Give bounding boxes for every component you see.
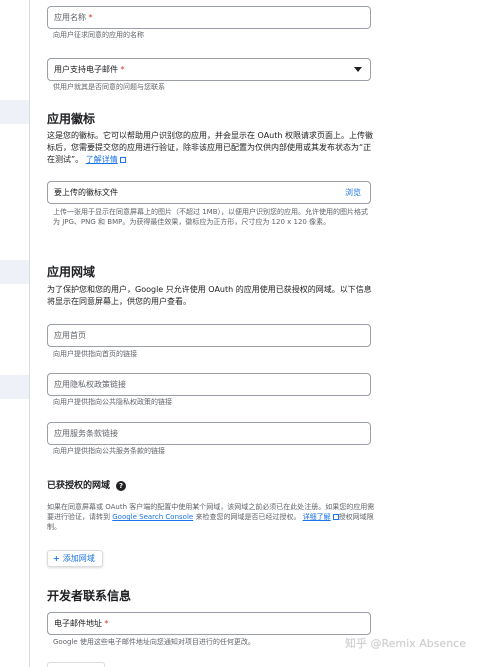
- terms-of-service-hint: 向用户提供指向公共服务条款的链接: [53, 447, 165, 455]
- app-name-placeholder: 应用名称: [54, 13, 86, 22]
- privacy-policy-placeholder: 应用隐私权政策链接: [54, 380, 126, 389]
- support-email-hint: 供用户就其是否同意的问题与您联系: [53, 83, 165, 91]
- homepage-placeholder: 应用首页: [54, 331, 86, 340]
- learn-more-link[interactable]: 详细了解: [303, 513, 331, 521]
- support-email-placeholder: 用户支持电子邮件: [54, 65, 118, 74]
- privacy-policy-hint: 向用户提供指向公共隐私权政策的链接: [53, 398, 172, 406]
- developer-email-hint: Google 使用这些电子邮件地址向您通知对项目进行的任何更改。: [53, 638, 255, 646]
- external-link-icon: [332, 514, 339, 520]
- add-domain-button[interactable]: + 添加网域: [47, 550, 103, 567]
- support-email-select[interactable]: 用户支持电子邮件 *: [47, 58, 371, 81]
- chevron-down-icon[interactable]: [354, 67, 362, 72]
- browse-button[interactable]: 浏览: [345, 187, 361, 198]
- rail-item[interactable]: [0, 100, 29, 124]
- privacy-policy-field[interactable]: 应用隐私权政策链接: [47, 373, 371, 396]
- logo-upload-hint: 上传一张用于显示在同意屏幕上的图片（不超过 1MB），以便用户识别您的应用。允许…: [53, 208, 369, 226]
- authorized-domains-title: 已获授权的网域?: [47, 478, 127, 491]
- developer-contact-title: 开发者联系信息: [47, 589, 132, 603]
- search-console-link[interactable]: Google Search Console: [112, 513, 193, 521]
- homepage-field[interactable]: 应用首页: [47, 324, 371, 347]
- rail-item[interactable]: [0, 260, 29, 284]
- plus-icon: +: [53, 554, 60, 563]
- developer-email-placeholder: 电子邮件地址: [54, 619, 102, 628]
- app-name-field[interactable]: 应用名称 *: [47, 6, 371, 29]
- help-icon[interactable]: ?: [116, 481, 127, 491]
- logo-section-title: 应用徽标: [47, 112, 96, 126]
- domain-description: 为了保护您和您的用户，Google 只允许使用 OAuth 的应用使用已获授权的…: [47, 285, 372, 306]
- domain-section-title: 应用网域: [47, 265, 96, 279]
- save-button-partial[interactable]: [47, 662, 105, 667]
- left-navigation-rail: [0, 0, 30, 667]
- watermark: 知乎 @Remix Absence: [345, 637, 466, 650]
- required-mark: *: [120, 65, 125, 74]
- app-name-hint: 向用户征求同意的应用的名称: [53, 31, 144, 39]
- terms-of-service-field[interactable]: 应用服务条款链接: [47, 422, 371, 445]
- learn-more-link[interactable]: 了解详情: [86, 155, 118, 164]
- rail-item[interactable]: [0, 375, 29, 399]
- developer-email-field[interactable]: 电子邮件地址 *: [47, 612, 371, 635]
- required-mark: *: [88, 13, 93, 22]
- authorized-domains-description: 如果在同意屏幕或 OAuth 客户端的配置中使用某个网域，该网域之前必须已在此处…: [47, 503, 375, 531]
- homepage-hint: 向用户提供指向首页的链接: [53, 350, 137, 358]
- external-link-icon: [119, 157, 126, 163]
- logo-upload-field[interactable]: 要上传的徽标文件 浏览: [47, 181, 371, 204]
- required-mark: *: [104, 619, 109, 628]
- logo-upload-placeholder: 要上传的徽标文件: [54, 188, 118, 197]
- terms-of-service-placeholder: 应用服务条款链接: [54, 429, 118, 438]
- logo-description: 这是您的徽标。它可以帮助用户识别您的应用，并会显示在 OAuth 权限请求页面上…: [47, 131, 373, 164]
